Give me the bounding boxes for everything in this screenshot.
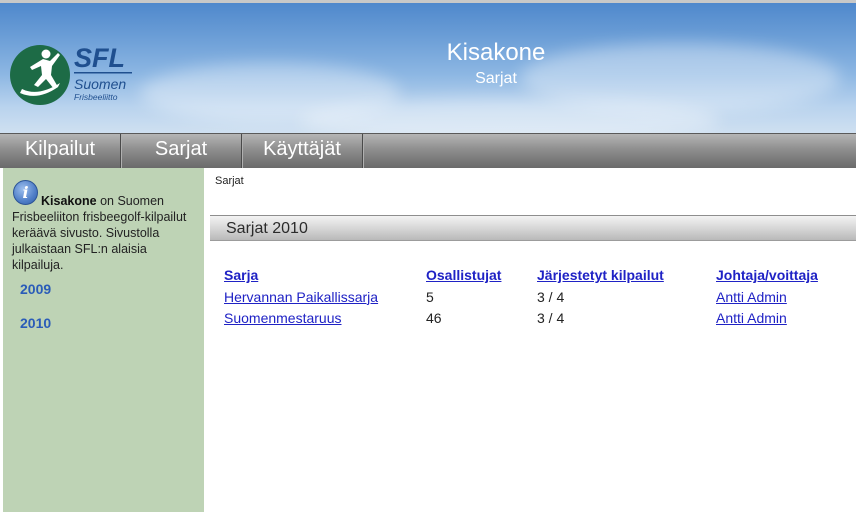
year-link-2009[interactable]: 2009 bbox=[20, 281, 51, 297]
leader-link[interactable]: Antti Admin bbox=[716, 289, 787, 305]
logo-subtitle-line1: Suomen bbox=[74, 76, 126, 92]
site-header: SFL Suomen Frisbeeliitto Kisakone Sarjat bbox=[0, 0, 856, 133]
nav-item-kayttajat[interactable]: Käyttäjät bbox=[242, 134, 364, 168]
table-header-row: Sarja Osallistujat Järjestetyt kilpailut… bbox=[224, 264, 856, 286]
sort-link-osallistujat[interactable]: Osallistujat bbox=[426, 267, 501, 283]
column-header-johtaja[interactable]: Johtaja/voittaja bbox=[716, 264, 856, 286]
events-cell: 3 / 4 bbox=[537, 309, 565, 326]
year-link-2010[interactable]: 2010 bbox=[20, 315, 51, 331]
section-title: Sarjat 2010 bbox=[226, 220, 308, 237]
sidebar: i Kisakone on Suomen Frisbeeliiton frisb… bbox=[3, 168, 204, 512]
series-name-cell: Hervannan Paikallissarja bbox=[224, 286, 426, 307]
series-name-cell: Suomenmestaruus bbox=[224, 307, 426, 328]
site-title: Kisakone bbox=[446, 39, 546, 66]
sidebar-intro: Kisakone on Suomen Frisbeeliiton frisbee… bbox=[12, 193, 200, 273]
sort-link-jarjestetyt[interactable]: Järjestetyt kilpailut bbox=[537, 267, 664, 283]
column-header-osallistujat[interactable]: Osallistujat bbox=[426, 264, 537, 286]
site-subtitle: Sarjat bbox=[475, 70, 517, 87]
series-link[interactable]: Hervannan Paikallissarja bbox=[224, 289, 378, 305]
events-cell: 3 / 4 bbox=[537, 288, 565, 305]
participants-cell: 46 bbox=[426, 309, 442, 326]
participants-cell: 5 bbox=[426, 288, 434, 305]
nav-item-sarjat[interactable]: Sarjat bbox=[121, 134, 243, 168]
table-row: Hervannan Paikallissarja 5 3 / 4 Antti A… bbox=[224, 286, 856, 307]
column-header-sarja[interactable]: Sarja bbox=[224, 264, 426, 286]
nav-item-kilpailut[interactable]: Kilpailut bbox=[0, 134, 122, 168]
table-row: Suomenmestaruus 46 3 / 4 Antti Admin bbox=[224, 307, 856, 328]
sort-link-johtaja[interactable]: Johtaja/voittaja bbox=[716, 267, 818, 283]
logo-subtitle-line2: Frisbeeliitto bbox=[74, 92, 118, 102]
leader-cell: Antti Admin bbox=[716, 286, 856, 307]
series-table: Sarja Osallistujat Järjestetyt kilpailut… bbox=[224, 264, 856, 328]
breadcrumb: Sarjat bbox=[215, 175, 244, 187]
intro-text: on Suomen Frisbeeliiton frisbeegolf-kilp… bbox=[12, 194, 187, 272]
column-header-jarjestetyt[interactable]: Järjestetyt kilpailut bbox=[537, 264, 716, 286]
title-block: Kisakone Sarjat bbox=[380, 39, 612, 90]
leader-link[interactable]: Antti Admin bbox=[716, 310, 787, 326]
leader-cell: Antti Admin bbox=[716, 307, 856, 328]
intro-bold: Kisakone bbox=[41, 194, 97, 208]
sfl-logo[interactable]: SFL Suomen Frisbeeliitto bbox=[8, 39, 138, 111]
sort-link-sarja[interactable]: Sarja bbox=[224, 267, 258, 283]
section-header: Sarjat 2010 bbox=[210, 215, 856, 241]
main-nav: Kilpailut Sarjat Käyttäjät bbox=[0, 133, 856, 168]
logo-text: SFL bbox=[74, 43, 125, 73]
series-link[interactable]: Suomenmestaruus bbox=[224, 310, 342, 326]
